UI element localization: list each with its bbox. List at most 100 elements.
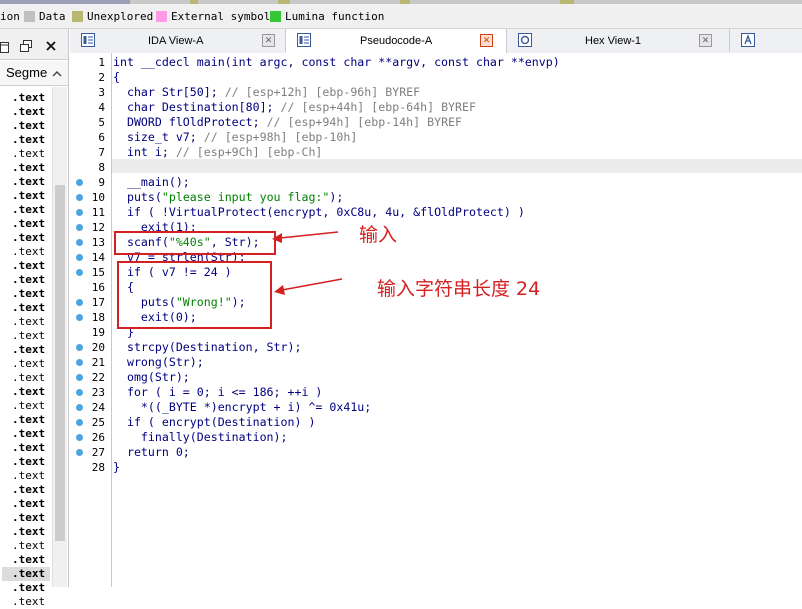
- segment-row[interactable]: .text: [12, 189, 45, 203]
- segment-row[interactable]: .text: [12, 175, 45, 189]
- segment-row[interactable]: .text: [12, 399, 45, 413]
- legend-item: Unexplored: [72, 10, 153, 23]
- segment-row[interactable]: .text: [12, 259, 45, 273]
- tab-hex-view-1[interactable]: Hex View-1 ✕: [507, 29, 730, 52]
- segment-row[interactable]: .text: [12, 329, 45, 343]
- legend-label: External symbol: [171, 10, 271, 23]
- tab-label: IDA View-A: [148, 35, 204, 47]
- segment-row[interactable]: .text: [12, 343, 45, 357]
- segment-row[interactable]: .text: [12, 469, 45, 483]
- code-line[interactable]: __main();: [113, 175, 190, 190]
- code-line[interactable]: *((_BYTE *)encrypt + i) ^= 0x41u;: [113, 400, 371, 415]
- segment-row[interactable]: .text: [12, 413, 45, 427]
- segments-panel: Segme .text .text .text .text .text .text .tex…: [0, 29, 69, 608]
- legend-label: Data: [39, 10, 66, 23]
- close-tab-icon[interactable]: ✕: [699, 34, 712, 47]
- tab-ida-view-a[interactable]: IDA View-A ✕: [70, 29, 286, 52]
- segment-row[interactable]: .text: [12, 273, 45, 287]
- input-annotation: 输入: [359, 224, 398, 246]
- chevron-up-icon[interactable]: [52, 67, 62, 77]
- code-line[interactable]: return 0;: [113, 445, 190, 460]
- length-check-highlight-box: [117, 261, 272, 329]
- code-line[interactable]: DWORD flOldProtect; // [esp+94h] [ebp-14…: [113, 115, 462, 130]
- column-header-label: Segme: [6, 65, 48, 80]
- tab-label: Hex View-1: [585, 35, 642, 47]
- segment-row[interactable]: .text: [12, 357, 45, 371]
- close-tab-icon[interactable]: ✕: [262, 34, 275, 47]
- code-line[interactable]: int __cdecl main(int argc, const char **…: [113, 55, 560, 70]
- tab-label: Pseudocode-A: [360, 35, 433, 47]
- segment-row[interactable]: .text: [12, 105, 45, 119]
- segment-row[interactable]: .text: [12, 441, 45, 455]
- segment-row[interactable]: .text: [12, 133, 45, 147]
- segment-row[interactable]: .text: [12, 231, 45, 245]
- legend-swatch: [156, 11, 167, 22]
- hex-view-icon: [518, 33, 532, 47]
- segment-row[interactable]: .text: [12, 217, 45, 231]
- panel-toolbar: [0, 29, 68, 60]
- vertical-scrollbar[interactable]: [52, 87, 67, 587]
- segment-row[interactable]: .text: [12, 525, 45, 539]
- pseudocode-view-icon: [297, 33, 311, 47]
- float-window-icon[interactable]: [20, 37, 32, 52]
- code-line[interactable]: }: [113, 460, 120, 475]
- code-line[interactable]: {: [113, 70, 120, 85]
- code-line[interactable]: finally(Destination);: [113, 430, 288, 445]
- segment-row[interactable]: .text: [12, 287, 45, 301]
- arrow-icon: [274, 278, 343, 295]
- code-line[interactable]: wrong(Str);: [113, 355, 204, 370]
- code-line[interactable]: char Destination[80]; // [esp+44h] [ebp-…: [113, 100, 476, 115]
- code-line[interactable]: for ( i = 0; i <= 186; ++i ): [113, 385, 322, 400]
- segment-row[interactable]: .text: [12, 483, 45, 497]
- tab-structures[interactable]: [730, 29, 802, 52]
- segment-row[interactable]: .text: [12, 581, 45, 595]
- segment-row[interactable]: .text: [12, 455, 45, 469]
- legend-item: Lumina function: [270, 10, 384, 23]
- arrow-icon: [272, 231, 339, 243]
- legend-label: ion: [0, 10, 20, 23]
- panel-icon[interactable]: [0, 38, 9, 53]
- legend-item: ion: [0, 10, 20, 23]
- legend-label: Lumina function: [285, 10, 385, 23]
- length-annotation: 输入字符串长度 24: [377, 278, 541, 300]
- close-icon[interactable]: [45, 37, 57, 51]
- segment-row[interactable]: .text: [12, 203, 45, 217]
- code-line[interactable]: if ( encrypt(Destination) ): [113, 415, 315, 430]
- segment-row[interactable]: .text: [12, 119, 45, 133]
- close-tab-icon[interactable]: ✕: [480, 34, 493, 47]
- legend-bar: ion Data Unexplored External symbol Lumi…: [0, 4, 802, 29]
- legend-label: Unexplored: [87, 10, 154, 23]
- scanf-highlight-box: [114, 231, 276, 255]
- segment-row[interactable]: .text: [12, 161, 45, 175]
- segment-row[interactable]: .text: [12, 91, 45, 105]
- legend-item: External symbol: [156, 10, 270, 23]
- segment-row[interactable]: .text: [12, 427, 45, 441]
- code-line[interactable]: omg(Str);: [113, 370, 190, 385]
- code-line[interactable]: char Str[50]; // [esp+12h] [ebp-96h] BYR…: [113, 85, 420, 100]
- view-tab-bar: IDA View-A ✕ Pseudocode-A ✕ Hex View-1 ✕: [70, 29, 802, 54]
- segment-row[interactable]: .text: [12, 497, 45, 511]
- segment-row[interactable]: .text: [12, 301, 45, 315]
- segment-row[interactable]: .text: [12, 147, 45, 161]
- segment-row[interactable]: .text: [12, 315, 45, 329]
- segment-row[interactable]: .text: [12, 553, 45, 567]
- code-line[interactable]: puts("please input you flag:");: [113, 190, 343, 205]
- segment-row[interactable]: .text: [2, 567, 50, 581]
- code-line[interactable]: if ( !VirtualProtect(encrypt, 0xC8u, 4u,…: [113, 205, 525, 220]
- segment-row[interactable]: .text: [12, 385, 45, 399]
- code-line[interactable]: strcpy(Destination, Str);: [113, 340, 302, 355]
- code-line[interactable]: size_t v7; // [esp+98h] [ebp-10h]: [113, 130, 357, 145]
- disassembly-view-icon: [81, 33, 95, 47]
- code-line[interactable]: int i; // [esp+9Ch] [ebp-Ch]: [113, 145, 322, 160]
- legend-swatch: [270, 11, 281, 22]
- legend-swatch: [72, 11, 83, 22]
- segment-row[interactable]: .text: [12, 595, 45, 609]
- legend-swatch: [24, 11, 35, 22]
- segment-row[interactable]: .text: [12, 371, 45, 385]
- segment-row[interactable]: .text: [12, 511, 45, 525]
- segment-column-header[interactable]: Segme: [0, 61, 68, 86]
- scrollbar-thumb[interactable]: [55, 185, 65, 541]
- tab-pseudocode-a[interactable]: Pseudocode-A ✕: [286, 29, 507, 53]
- segment-row[interactable]: .text: [12, 539, 45, 553]
- segment-row[interactable]: .text: [12, 245, 45, 259]
